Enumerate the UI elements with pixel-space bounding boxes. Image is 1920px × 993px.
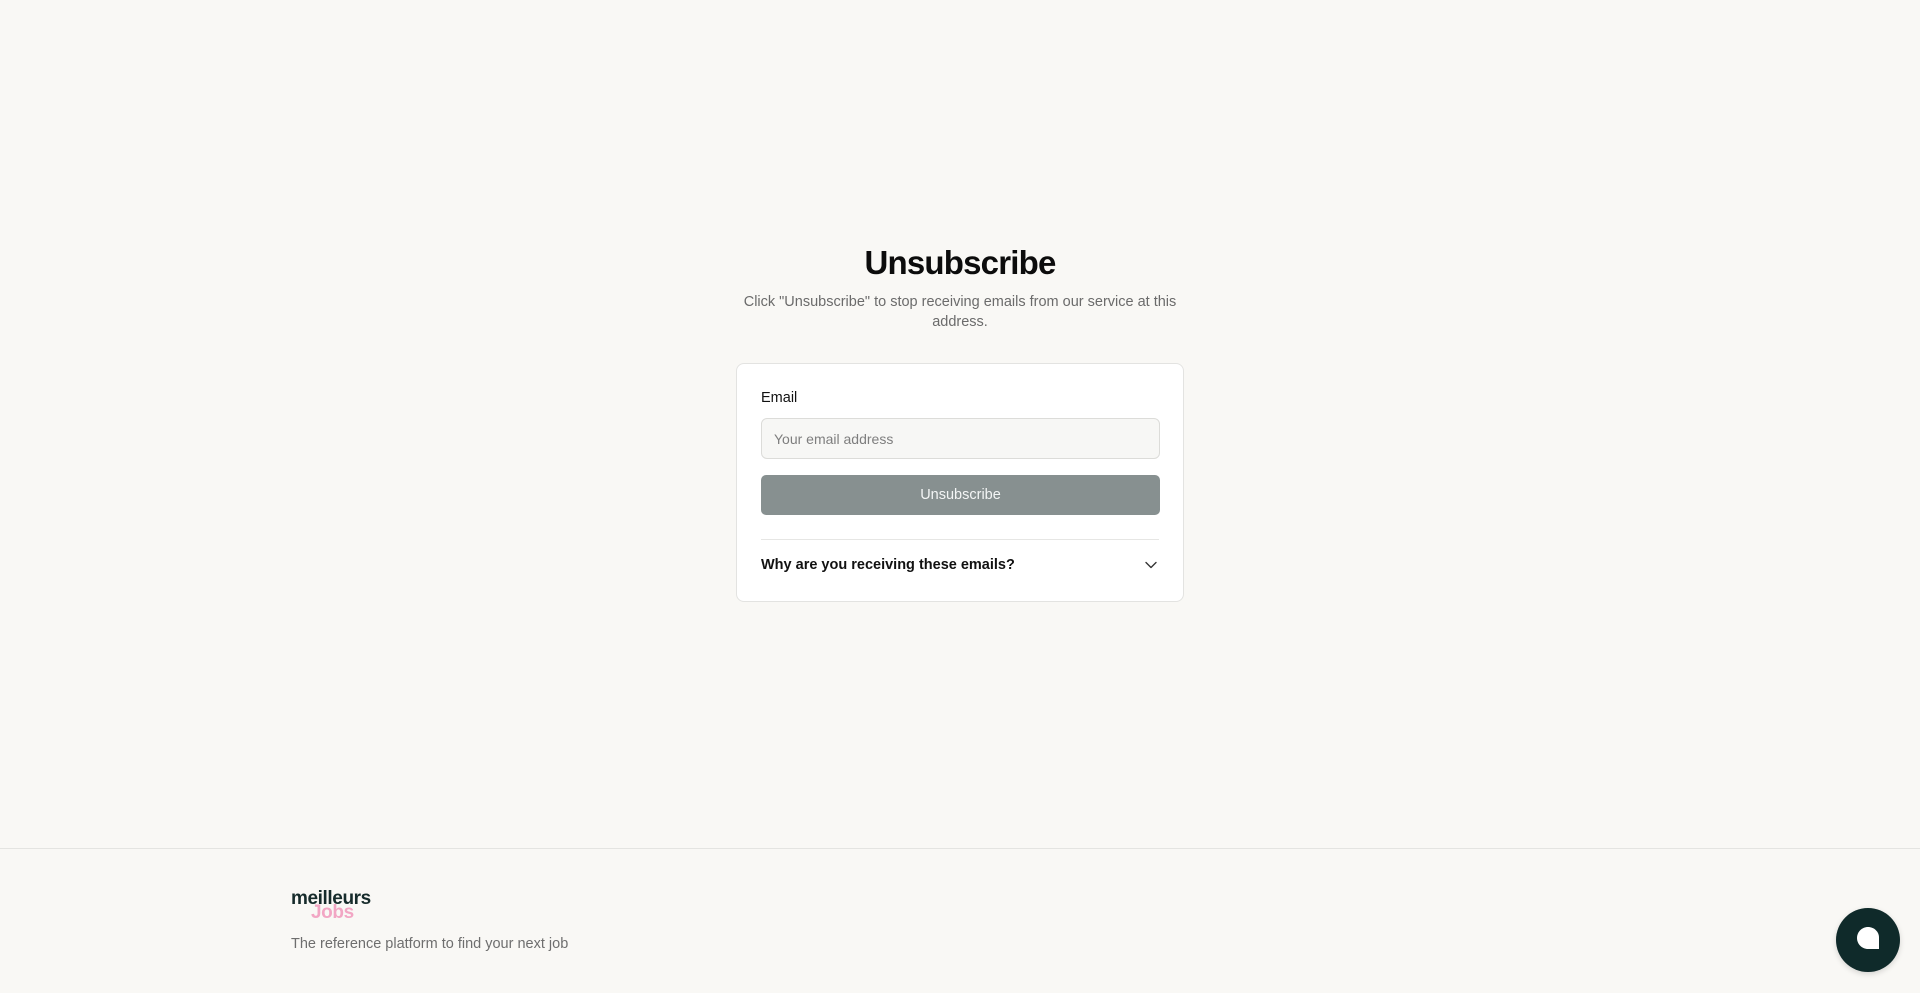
logo-bottom-text: Jobs — [311, 902, 354, 923]
unsubscribe-button[interactable]: Unsubscribe — [761, 475, 1160, 515]
chat-bubble-icon — [1855, 925, 1881, 956]
page-title: Unsubscribe — [864, 244, 1056, 281]
footer: meilleurs Jobs The reference platform to… — [0, 848, 1920, 993]
faq-question: Why are you receiving these emails? — [761, 557, 1015, 573]
meilleurs-jobs-logo[interactable]: meilleurs Jobs — [291, 889, 375, 923]
chat-launcher-button[interactable] — [1836, 908, 1900, 972]
main-content: Unsubscribe Click "Unsubscribe" to stop … — [0, 0, 1920, 848]
chevron-down-icon — [1143, 557, 1159, 573]
email-label: Email — [761, 390, 798, 406]
hero-section: Unsubscribe Click "Unsubscribe" to stop … — [736, 243, 1184, 332]
email-input[interactable] — [761, 418, 1160, 459]
unsubscribe-card: Email Unsubscribe Why are you receiving … — [736, 363, 1184, 602]
page-subtitle: Click "Unsubscribe" to stop receiving em… — [743, 294, 1177, 330]
footer-tagline: The reference platform to find your next… — [291, 936, 569, 952]
faq-accordion-toggle[interactable]: Why are you receiving these emails? — [761, 540, 1159, 590]
